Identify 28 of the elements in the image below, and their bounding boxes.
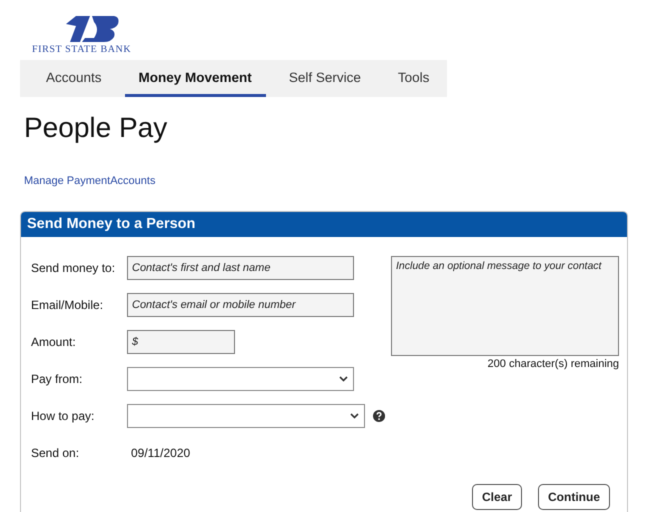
action-button[interactable]: Continue [538, 484, 610, 510]
character-counter: 200 character(s) remaining [488, 358, 619, 370]
send-date: 09/11/2020 [130, 446, 190, 460]
field-label: Pay from: [31, 372, 84, 386]
amount-field[interactable]: $ [127, 330, 235, 354]
field-label: Send money to: [31, 261, 116, 275]
logo-icon [64, 14, 120, 44]
page-title: People Pay [24, 112, 168, 144]
panel-header: Send Money to a Person [21, 212, 627, 237]
manage-accounts-link[interactable]: Manage PaymentAccounts [24, 175, 156, 187]
chevron-down-icon [339, 376, 348, 382]
field-label: Email/Mobile: [31, 298, 104, 312]
input-field[interactable]: Contact's first and last name [127, 256, 354, 280]
input-field[interactable]: Contact's email or mobile number [127, 293, 354, 317]
dropdown[interactable] [127, 404, 365, 428]
message-field[interactable]: Include an optional message to your contact [391, 256, 619, 356]
nav-tab[interactable]: Tools [384, 60, 444, 97]
dropdown[interactable] [127, 367, 354, 391]
chevron-down-icon [350, 413, 359, 419]
field-label: Amount: [31, 335, 77, 349]
nav-tab[interactable]: Accounts [32, 60, 116, 97]
action-button[interactable]: Clear [472, 484, 522, 510]
nav-tab[interactable]: Money Movement [124, 60, 266, 97]
nav-tab[interactable]: Self Service [274, 60, 375, 97]
field-label: Send on: [31, 446, 80, 460]
help-icon[interactable] [372, 409, 385, 423]
bank-name: FIRST STATE BANK [32, 45, 132, 55]
field-label: How to pay: [31, 409, 96, 423]
